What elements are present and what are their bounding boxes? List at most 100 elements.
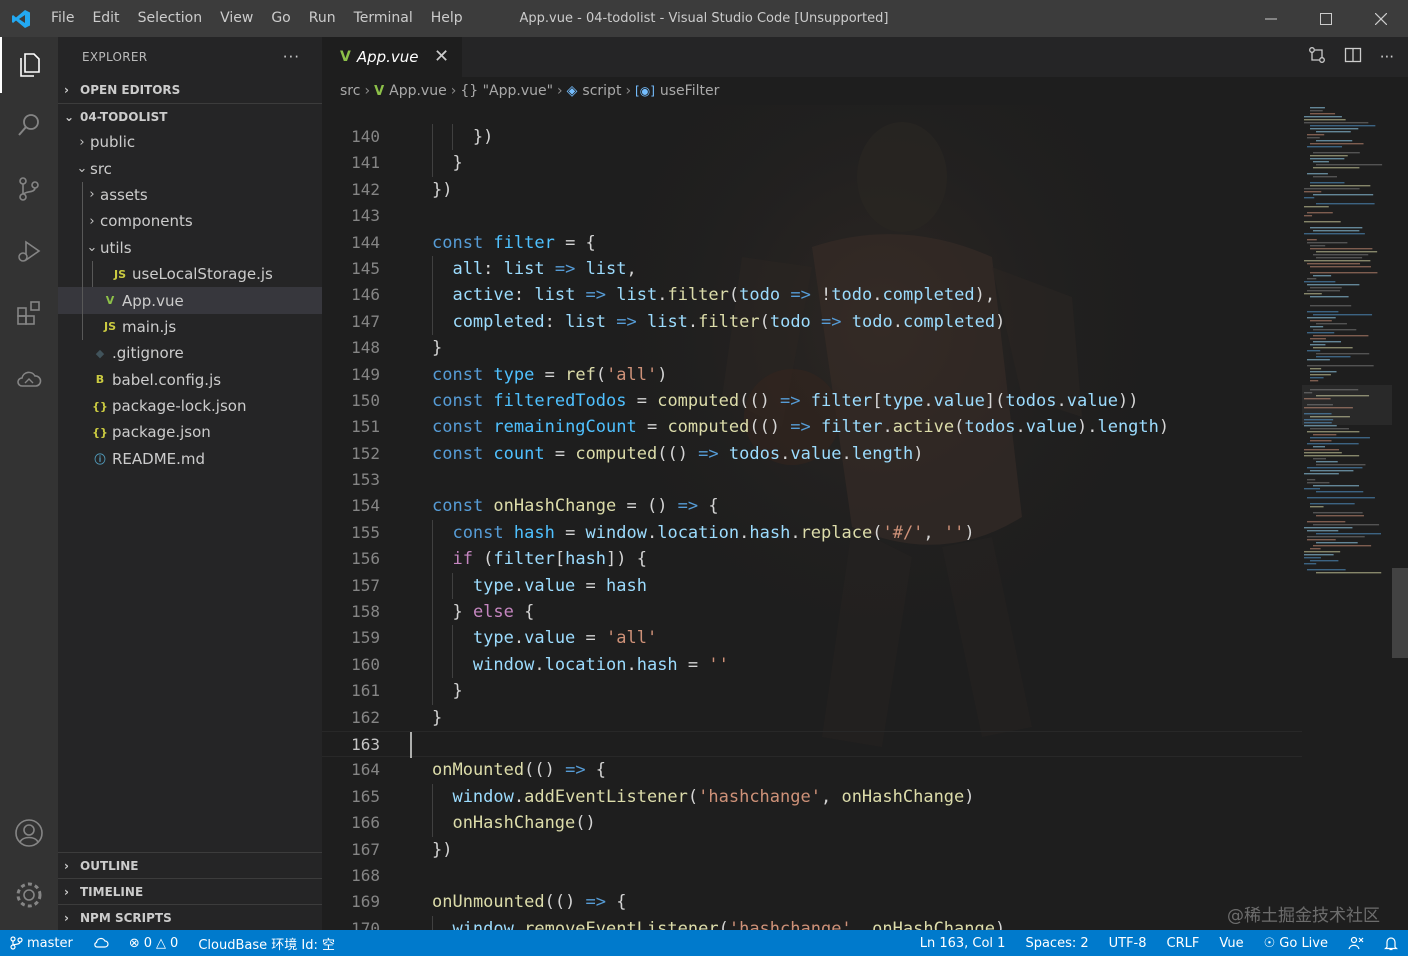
tree-file-package-json[interactable]: {} package.json (58, 419, 322, 445)
menu-run[interactable]: Run (300, 0, 345, 37)
menu-help[interactable]: Help (422, 0, 472, 37)
tree-folder-src[interactable]: ⌄ src (58, 155, 322, 181)
minimize-button[interactable] (1243, 0, 1298, 37)
code-line[interactable]: 143 (322, 203, 1302, 229)
code-line[interactable]: 158} else { (322, 599, 1302, 626)
extensions-icon[interactable] (0, 285, 58, 341)
menu-go[interactable]: Go (262, 0, 299, 37)
breadcrumb-src[interactable]: src (340, 83, 360, 99)
code-line[interactable]: 167}) (322, 837, 1302, 863)
sync-button[interactable] (83, 930, 119, 956)
code-line[interactable]: 166 onHashChange() (322, 810, 1302, 837)
code-line[interactable]: 159 type.value = 'all' (322, 625, 1302, 652)
search-icon[interactable] (0, 97, 58, 153)
breadcrumb-file[interactable]: App.vue (389, 83, 447, 99)
split-editor-icon[interactable] (1344, 46, 1362, 68)
compare-changes-icon[interactable] (1308, 46, 1326, 68)
encoding[interactable]: UTF-8 (1099, 930, 1157, 956)
explorer-icon[interactable] (0, 37, 58, 93)
tree-folder-components[interactable]: › components (58, 208, 322, 235)
code-line[interactable]: 147 completed: list => list.filter(todo =… (322, 308, 1302, 336)
source-control-icon[interactable] (0, 161, 58, 217)
tree-folder-utils[interactable]: ⌄ utils (58, 234, 322, 261)
code-line[interactable]: 161} (322, 678, 1302, 705)
close-tab-icon[interactable]: ✕ (434, 37, 449, 77)
open-editors-section[interactable]: › OPEN EDITORS (58, 77, 322, 103)
vertical-scrollbar[interactable] (1392, 568, 1408, 658)
tree-folder-assets[interactable]: › assets (58, 181, 322, 209)
notifications-button[interactable] (1374, 930, 1408, 956)
code-line[interactable]: 148} (322, 335, 1302, 361)
code-line[interactable]: 162} (322, 705, 1302, 731)
code-line[interactable]: 169 onUnmounted(() => { (322, 889, 1302, 915)
maximize-button[interactable] (1298, 0, 1353, 37)
go-live-button[interactable]: ☉ Go Live (1254, 930, 1338, 956)
code-line[interactable]: 168 (322, 863, 1302, 889)
breadcrumb-script[interactable]: script (582, 83, 621, 99)
code-line[interactable]: 154 const onHashChange = () => { (322, 493, 1302, 519)
close-window-button[interactable] (1353, 0, 1408, 37)
code-line[interactable]: 156 if (filter[hash]) { (322, 546, 1302, 573)
end-of-line[interactable]: CRLF (1157, 930, 1210, 956)
code-line[interactable]: 149 const type = ref('all') (322, 362, 1302, 388)
code-line[interactable]: 151 const remainingCount = computed(() =>… (322, 414, 1302, 440)
breadcrumb-symbol[interactable]: useFilter (660, 83, 719, 99)
outline-section[interactable]: › OUTLINE (58, 852, 322, 878)
code-line[interactable]: 160 window.location.hash = '' (322, 651, 1302, 679)
problems-indicator[interactable]: ⊗ 0 △ 0 (119, 930, 188, 956)
npm-scripts-section[interactable]: › NPM SCRIPTS (58, 904, 322, 930)
menu-edit[interactable]: Edit (83, 0, 128, 37)
minimap-line (1307, 263, 1361, 265)
code-line[interactable]: 153 (322, 467, 1302, 493)
menu-terminal[interactable]: Terminal (345, 0, 422, 37)
code-line[interactable]: 144 const filter = { (322, 230, 1302, 256)
code-text: window.removeEventListener('hashchange',… (452, 916, 1005, 930)
code-token: removeEventListener (524, 918, 719, 930)
run-debug-icon[interactable] (0, 223, 58, 279)
code-line[interactable]: 152 const count = computed(() => todos.va… (322, 441, 1302, 467)
code-token: . (513, 628, 525, 649)
code-line[interactable]: 145 all: list => list, (322, 255, 1302, 283)
more-actions-icon[interactable]: ··· (283, 48, 300, 66)
code-line[interactable]: 157 type.value = hash (322, 572, 1302, 600)
code-line[interactable]: 155 const hash = window.location.hash.rep… (322, 519, 1302, 547)
menu-view[interactable]: View (211, 0, 262, 37)
settings-gear-icon[interactable] (0, 867, 58, 923)
cursor-position[interactable]: Ln 163, Col 1 (910, 930, 1016, 956)
code-editor[interactable]: 140}) 141} 142}) 143 144 const filter = {145 a… (322, 124, 1302, 930)
more-editor-actions-icon[interactable]: ··· (1380, 48, 1394, 66)
code-token: = { (554, 232, 596, 253)
tree-folder-public[interactable]: › public (58, 129, 322, 155)
minimap-slider[interactable] (1302, 385, 1392, 425)
code-line[interactable]: 164 onMounted(() => { (322, 757, 1302, 783)
timeline-section[interactable]: › TIMELINE (58, 878, 322, 904)
tree-file-readme-md[interactable]: ⓘ README.md (58, 446, 322, 472)
code-line[interactable]: 170 window.removeEventListener('hashchang… (322, 915, 1302, 930)
feedback-button[interactable] (1338, 930, 1374, 956)
tree-file-gitignore[interactable]: ◆ .gitignore (58, 340, 322, 366)
menu-file[interactable]: File (42, 0, 83, 37)
language-mode[interactable]: Vue (1209, 930, 1253, 956)
cloud-icon[interactable] (0, 351, 58, 407)
minimap-line (1307, 212, 1333, 214)
indentation[interactable]: Spaces: 2 (1015, 930, 1098, 956)
tree-file-babel-config-js[interactable]: Bbabel.config.js (58, 367, 322, 393)
code-line[interactable]: 165 window.addEventListener('hashchange',… (322, 783, 1302, 811)
code-line[interactable]: 146 active: list => list.filter(todo => !… (322, 282, 1302, 309)
code-line[interactable]: 150 const filteredTodos = computed(() => … (322, 388, 1302, 414)
account-icon[interactable] (0, 805, 58, 861)
project-section[interactable]: ⌄ 04-TODOLIST (58, 103, 322, 129)
code-line[interactable]: 141} (322, 150, 1302, 177)
menu-selection[interactable]: Selection (129, 0, 212, 37)
tree-file-uselocalstorage-js[interactable]: JS useLocalStorage.js (58, 260, 322, 288)
tree-file-app-vue[interactable]: V App.vue (58, 287, 322, 314)
tree-file-package-lock-json[interactable]: {} package-lock.json (58, 393, 322, 419)
code-line[interactable]: 163 (322, 730, 1302, 758)
branch-indicator[interactable]: master (0, 930, 83, 956)
minimap[interactable] (1302, 105, 1392, 585)
code-line[interactable]: 140}) (322, 124, 1302, 151)
cloudbase-env[interactable]: CloudBase 环境 Id: 空 (188, 930, 345, 956)
code-line[interactable]: 142}) (322, 177, 1302, 203)
breadcrumb-module[interactable]: {} "App.vue" (460, 83, 553, 99)
tree-file-main-js[interactable]: JS main.js (58, 313, 322, 341)
